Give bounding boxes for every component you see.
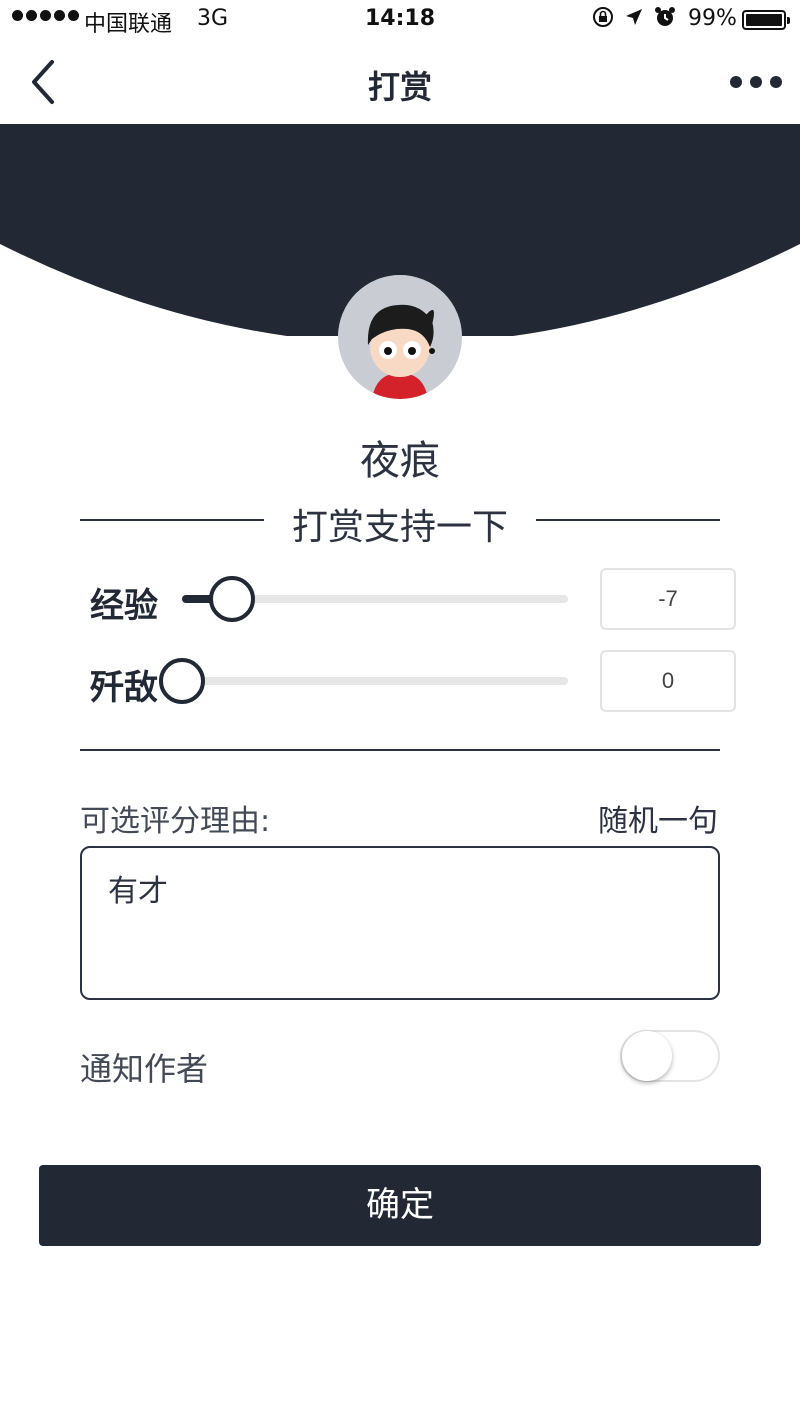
slider-label: 歼敌 <box>90 668 158 708</box>
notify-author-label: 通知作者 <box>80 1050 209 1088</box>
slider-knob[interactable] <box>209 576 256 622</box>
avatar-cartoon-icon <box>338 275 462 399</box>
slider-label: 经验 <box>90 586 158 626</box>
username: 夜痕 <box>360 438 440 484</box>
alarm-icon <box>655 7 675 26</box>
battery-percent: 99% <box>688 6 737 31</box>
battery-icon <box>742 10 790 30</box>
status-icons <box>592 6 676 28</box>
status-time: 14:18 <box>364 6 436 31</box>
slider-value-input[interactable]: 0 <box>600 650 736 712</box>
slider-knob[interactable] <box>159 658 205 704</box>
orientation-lock-icon <box>593 7 613 27</box>
more-dots-icon <box>730 76 742 88</box>
random-sentence-link[interactable]: 随机一句 <box>598 796 718 840</box>
more-button[interactable] <box>730 70 782 94</box>
reason-label: 可选评分理由: <box>80 804 271 839</box>
reason-textarea[interactable]: 有才 <box>80 846 720 1000</box>
section-title: 打赏支持一下 <box>80 498 720 548</box>
slider-row-kills: 歼敌 0 <box>90 650 736 712</box>
confirm-button[interactable]: 确定 <box>39 1165 761 1246</box>
slider-value-input[interactable]: -7 <box>600 568 736 630</box>
nav-bar: 打赏 <box>0 40 800 124</box>
toggle-thumb <box>622 1031 672 1081</box>
location-arrow-icon <box>626 9 642 25</box>
slider-track[interactable] <box>182 677 568 685</box>
divider <box>80 749 720 751</box>
page-title: 打赏 <box>367 68 432 106</box>
avatar[interactable] <box>338 275 462 399</box>
status-bar: 中国联通 3G 14:18 99% <box>0 0 800 40</box>
divider-right <box>536 519 720 521</box>
section-title-text: 打赏支持一下 <box>291 507 508 548</box>
notify-author-toggle[interactable] <box>620 1030 720 1082</box>
slider-row-experience: 经验 -7 <box>90 568 736 630</box>
